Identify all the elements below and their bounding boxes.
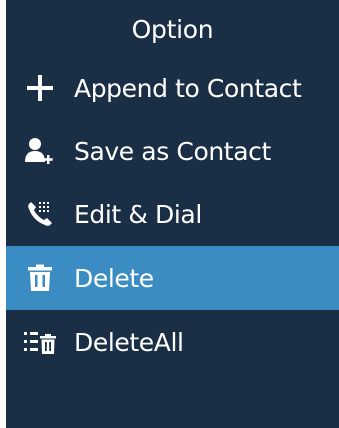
delete-all-icon xyxy=(22,324,58,360)
option-menu: Option Append to Contact Save as Contact xyxy=(6,0,339,428)
trash-icon xyxy=(22,260,58,296)
menu-item-delete-all[interactable]: DeleteAll xyxy=(6,310,339,374)
menu-item-edit-and-dial[interactable]: Edit & Dial xyxy=(6,182,339,246)
add-contact-icon xyxy=(22,133,58,169)
menu-item-save-as-contact[interactable]: Save as Contact xyxy=(6,119,339,183)
plus-icon xyxy=(22,70,58,106)
menu-item-label: Delete xyxy=(74,263,154,293)
menu-title: Option xyxy=(131,15,214,44)
phone-keypad-icon xyxy=(22,196,58,232)
menu-item-label: Append to Contact xyxy=(74,73,302,103)
menu-item-label: Save as Contact xyxy=(74,136,271,166)
menu-item-append-to-contact[interactable]: Append to Contact xyxy=(6,56,339,120)
menu-item-label: Edit & Dial xyxy=(74,199,202,229)
menu-item-label: DeleteAll xyxy=(74,327,184,357)
menu-item-delete[interactable]: Delete xyxy=(6,246,339,310)
